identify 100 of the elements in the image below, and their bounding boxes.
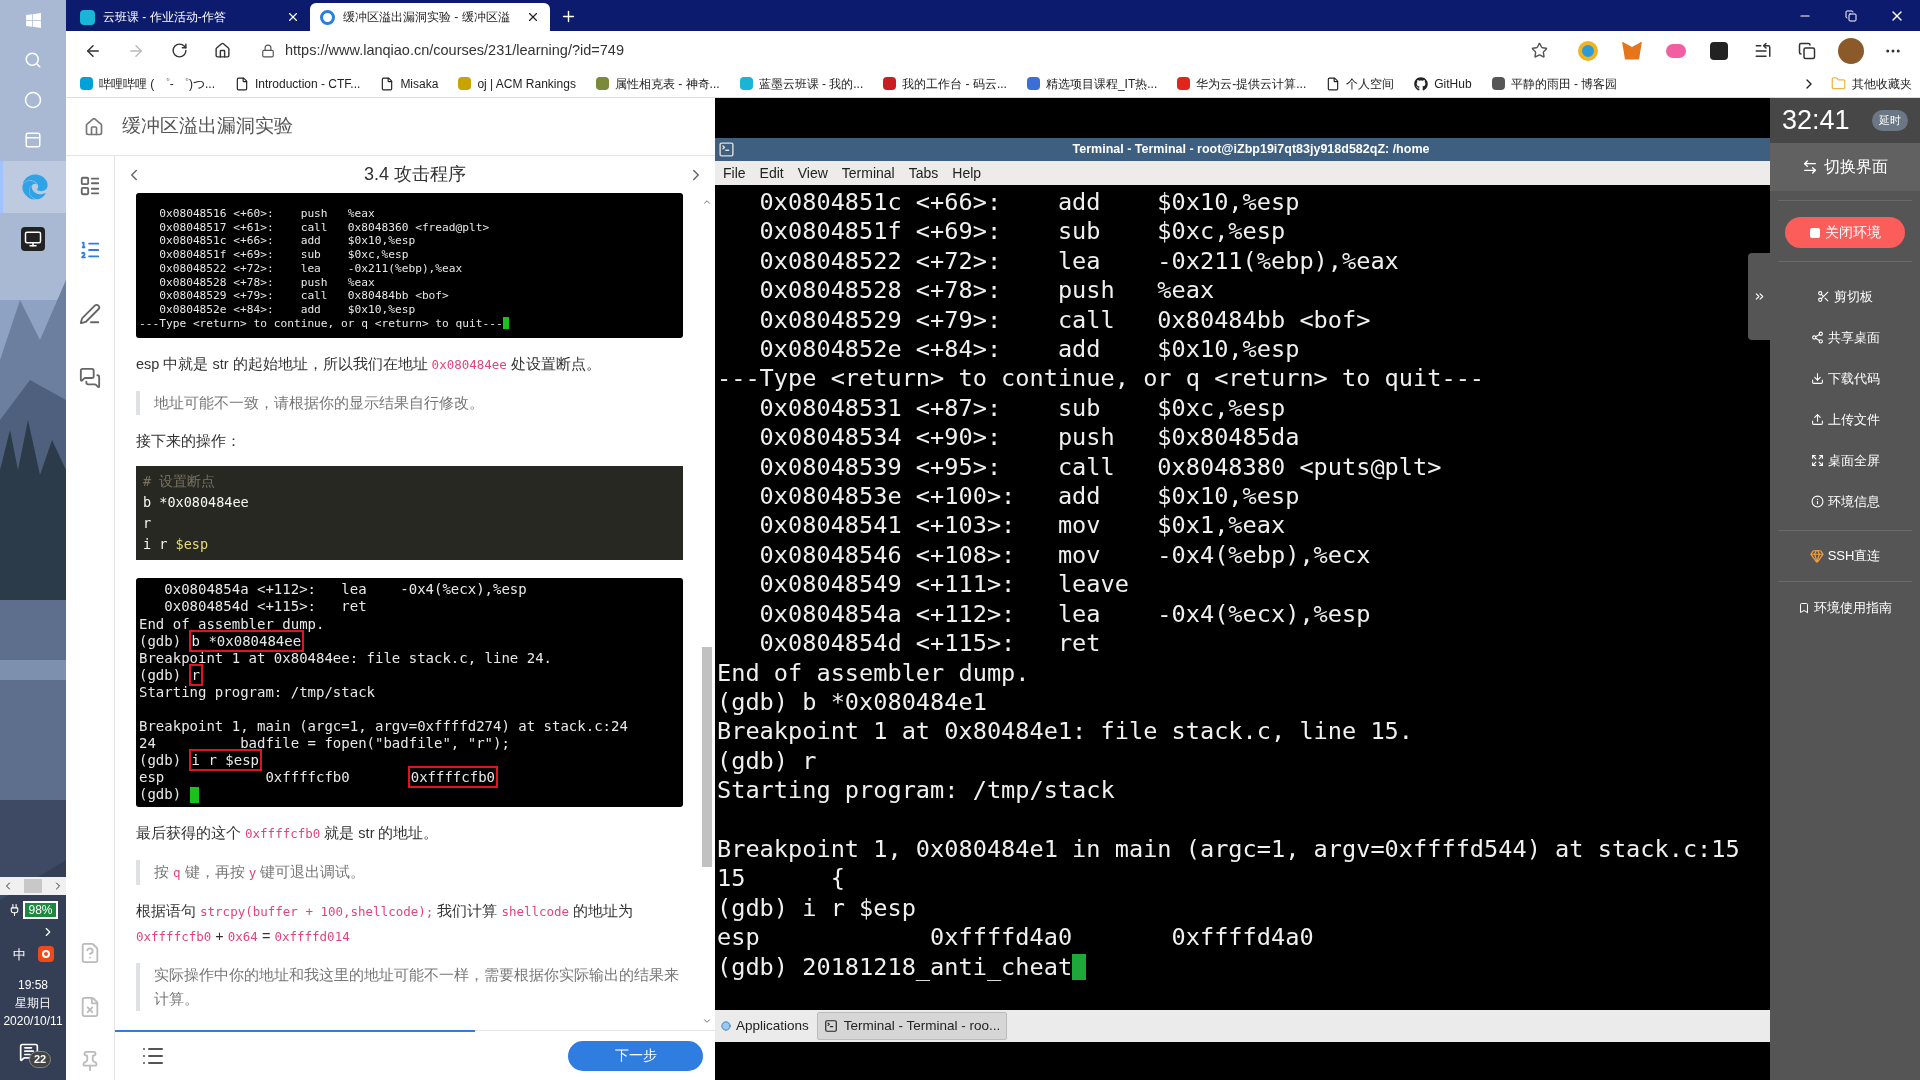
avatar[interactable]	[1838, 37, 1864, 64]
bookmark[interactable]: 蓝墨云班课 - 我的...	[739, 74, 864, 93]
terminal-line: (gdb) i r $esp	[717, 893, 916, 924]
chat-icon[interactable]	[79, 367, 101, 389]
bookmark[interactable]: GitHub	[1414, 74, 1472, 93]
terminal-line: 0x0804851f <+69>: sub $0xc,%esp	[158, 248, 409, 262]
bookmark[interactable]: Misaka	[380, 74, 439, 93]
terminal-icon	[718, 141, 735, 158]
site-icon	[320, 9, 335, 25]
terminal-line: 0x08048517 <+61>: call 0x8048360 <fread@plt>	[158, 220, 490, 235]
scroll-down-icon[interactable]	[702, 1016, 712, 1026]
numbered-list-icon[interactable]	[79, 239, 101, 261]
bookmark[interactable]: 我的工作台 - 码云...	[883, 74, 1007, 93]
share-icon	[1810, 331, 1824, 344]
menu-item[interactable]: View	[797, 162, 828, 184]
scissors-icon	[1817, 290, 1830, 303]
browser-tab[interactable]: 缓冲区溢出漏洞实验 - 缓冲区溢	[310, 3, 550, 31]
sidebar-tool[interactable]: 桌面全屏	[1810, 440, 1880, 481]
bookmark[interactable]: 华为云-提供云计算...	[1177, 74, 1307, 93]
clock-time[interactable]: 19:58	[17, 976, 48, 994]
browser-tab[interactable]: 云班课 - 作业活动-作答	[70, 3, 310, 31]
close-icon[interactable]	[286, 10, 300, 24]
info-icon	[1810, 495, 1824, 508]
terminal-line: (gdb) r	[717, 746, 817, 777]
terminal-line: 0x0804853e <+100>: add $0x10,%esp	[758, 482, 1300, 512]
clock-date[interactable]: 2020/10/11	[3, 1012, 63, 1030]
terminal-line: 24 badfile = fopen("badfile", "r");	[139, 735, 510, 753]
bookmark[interactable]: oj | ACM Rankings	[458, 74, 576, 93]
terminal-line: ---Type <return> to continue, or q <return> to quit---	[717, 364, 1485, 394]
bookmark[interactable]: 属性相克表 - 神奇...	[595, 74, 720, 93]
refresh-icon[interactable]	[171, 42, 188, 59]
terminal-line: 0x08048522 <+72>: lea -0x211(%ebp),%eax	[158, 261, 463, 276]
sidebar-tool[interactable]: 上传文件	[1810, 399, 1880, 440]
next-step-button[interactable]: 下一步	[568, 1040, 703, 1071]
input-method[interactable]: 中	[12, 944, 26, 964]
terminal-line: 0x0804854a <+112>: lea -0x4(%ecx),%esp	[758, 599, 1371, 630]
sidebar-tool[interactable]: 共享桌面	[1810, 317, 1880, 358]
guide-link[interactable]: 环境使用指南	[1798, 582, 1892, 634]
windows-start-icon[interactable]	[24, 12, 42, 29]
terminal-line: Starting program: /tmp/stack	[139, 683, 375, 701]
github-icon	[1414, 76, 1429, 91]
menu-item[interactable]: Tabs	[908, 162, 939, 184]
menu-item[interactable]: Terminal	[841, 162, 895, 184]
folder-icon	[1831, 76, 1846, 91]
countdown-timer: 32:41	[1782, 107, 1850, 134]
paragraph: 根据语句 strcpy(buffer + 100,shellcode); 我们计算 shellcode 的地址为 0xffffcfb0 + 0x64 = 0xffffd014	[136, 901, 635, 946]
terminal-line: 0x0804852e <+84>: add $0x10,%esp	[158, 302, 416, 317]
bookmark[interactable]: 平静的雨田 - 博客园	[1491, 74, 1618, 93]
diamond-icon	[1809, 549, 1824, 563]
switch-view-button[interactable]: 切换界面	[1770, 143, 1920, 191]
tab-title: 缓冲区溢出漏洞实验 - 缓冲区溢	[343, 9, 511, 26]
collapse-handle[interactable]	[1748, 253, 1770, 340]
pencil-icon[interactable]	[79, 303, 101, 325]
extension-icon[interactable]	[1710, 41, 1728, 60]
bookmark[interactable]: 个人空间	[1326, 74, 1395, 93]
scroll-thumb[interactable]	[24, 878, 42, 893]
home-icon[interactable]	[214, 42, 231, 59]
outline-icon[interactable]	[79, 175, 101, 197]
terminal-line: Breakpoint 1 at 0x80484ee: file stack.c, line 24.	[139, 649, 552, 667]
terminal-line: (gdb) 20181218_anti_cheat	[717, 952, 1073, 982]
terminal-line: 0x08048528 <+78>: push %eax	[758, 276, 1215, 306]
scroll-up-icon[interactable]	[702, 197, 712, 207]
terminal-line: 0x0804851c <+66>: add $0x10,%esp	[158, 234, 416, 249]
sidebar-tool[interactable]: 剪切板	[1817, 276, 1873, 317]
terminal-line: Starting program: /tmp/stack	[717, 776, 1115, 806]
menu-item[interactable]: Edit	[759, 162, 784, 184]
terminal-line: 0x0804854d <+115>: ret	[163, 598, 367, 616]
collections-icon[interactable]	[1798, 41, 1816, 60]
swap-arrows-icon	[1802, 159, 1818, 175]
taskbar-window-button[interactable]: Terminal - Terminal - roo...	[816, 1012, 1008, 1040]
ssh-button[interactable]: SSH直连	[1809, 531, 1881, 581]
sidebar-tool[interactable]: 下载代码	[1810, 358, 1880, 399]
favorites-icon[interactable]	[1754, 41, 1772, 60]
terminal-line: 0x0804852e <+84>: add $0x10,%esp	[758, 335, 1300, 365]
menu-item[interactable]: File	[723, 162, 746, 184]
menu-item[interactable]: Help	[952, 162, 982, 184]
bookmark-folder[interactable]: 其他收藏夹	[1831, 74, 1912, 93]
note-text: 实际操作中你的地址和我这里的地址可能不一样，需要根据你实际输出的结果来计算。	[154, 965, 680, 1009]
note-text: 地址可能不一致，请根据你的显示结果自行修改。	[154, 394, 485, 414]
bookmark[interactable]: 哔哩哔哩 ( ゜- ゜)つ...	[80, 74, 215, 93]
terminal-line: 0x08048541 <+103>: mov $0x1,%eax	[758, 511, 1286, 541]
extend-button[interactable]: 延时	[1872, 110, 1908, 131]
page-icon	[1326, 76, 1341, 91]
bookmark[interactable]: Introduction - CTF...	[235, 74, 361, 93]
terminal-line: (gdb) b *0x080484e1	[717, 687, 987, 718]
bookmark[interactable]: 精选项目课程_IT热...	[1026, 74, 1158, 93]
cursor	[189, 787, 199, 803]
sidebar-tool[interactable]: 环境信息	[1810, 481, 1880, 522]
scroll-thumb[interactable]	[702, 647, 712, 867]
upload-icon	[1810, 413, 1824, 426]
terminal-line: ---Type <return> to continue, or q <return> to quit---	[139, 316, 503, 331]
clock-weekday[interactable]: 星期日	[15, 994, 51, 1012]
applications-menu[interactable]: Applications	[719, 1015, 811, 1037]
terminal-line: End of assembler dump.	[717, 658, 1030, 688]
new-tab-icon[interactable]	[560, 8, 577, 25]
star-icon[interactable]	[1531, 42, 1548, 59]
terminal-line: 0x08048546 <+108>: mov -0x4(%ebp),%ecx	[758, 540, 1371, 571]
close-icon[interactable]	[526, 10, 540, 24]
terminal-line: (gdb) r	[139, 666, 680, 684]
terminal-line: End of assembler dump.	[139, 615, 325, 633]
